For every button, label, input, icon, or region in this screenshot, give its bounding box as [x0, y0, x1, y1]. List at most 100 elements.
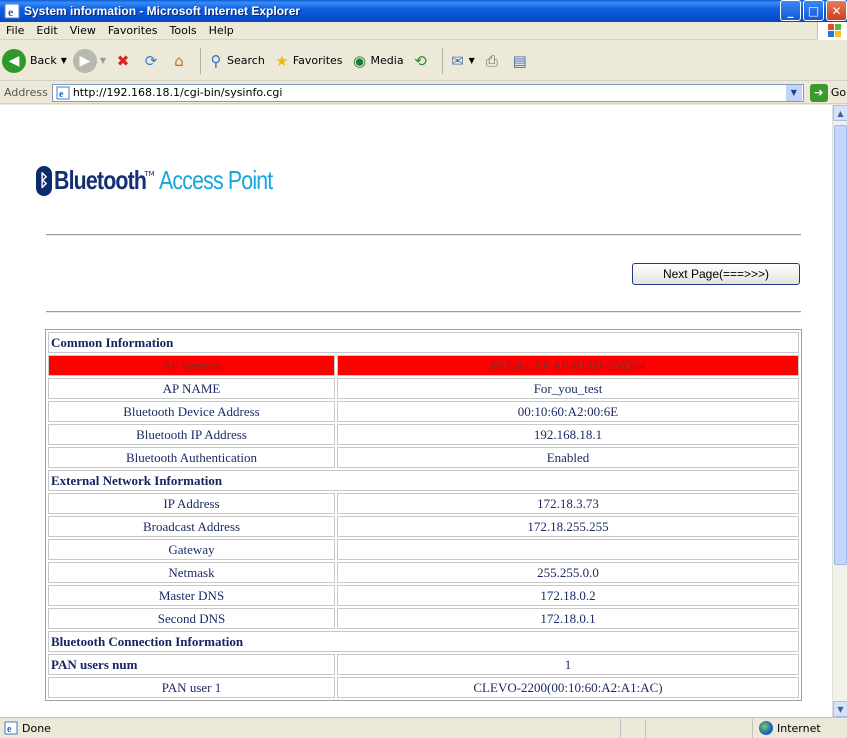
address-dropdown-icon[interactable]: ▼ — [785, 84, 802, 101]
search-button[interactable]: ⚲ Search — [205, 50, 265, 72]
scroll-down-icon[interactable]: ▼ — [833, 701, 847, 717]
table-row: Second DNS 172.18.0.1 — [48, 608, 799, 629]
forward-button[interactable]: ▶ ▼ — [72, 48, 106, 73]
media-icon: ◉ — [352, 51, 367, 70]
vertical-scrollbar[interactable]: ▲ ▼ — [832, 105, 847, 717]
system-info-table: Common Information AP Version PAN&LAP AP-0… — [45, 329, 802, 701]
table-row: Bluetooth Authentication Enabled — [48, 447, 799, 468]
section-title: Common Information — [48, 332, 799, 353]
bluetooth-icon: ᛒ — [36, 165, 52, 196]
minimize-button[interactable]: _ — [780, 0, 801, 21]
status-bar: e Done Internet — [0, 717, 847, 738]
zone-label: Internet — [777, 721, 821, 735]
home-icon[interactable]: ⌂ — [168, 50, 190, 72]
forward-dropdown-icon[interactable]: ▼ — [100, 56, 106, 65]
table-row: PAN user 1 CLEVO-2200(00:10:60:A2:A1:AC) — [48, 677, 799, 698]
menu-help[interactable]: Help — [203, 24, 240, 37]
toolbar: ◀ Back ▼ ▶ ▼ ✖ ⟳ ⌂ ⚲ Search ★ Favorites … — [0, 41, 847, 81]
history-icon[interactable]: ⟲ — [410, 50, 432, 72]
row-label: Broadcast Address — [48, 516, 335, 537]
table-row: Gateway — [48, 539, 799, 560]
go-button[interactable]: ➔ Go — [809, 83, 846, 102]
table-row: Bluetooth IP Address 192.168.18.1 — [48, 424, 799, 445]
table-row: Bluetooth Device Address 00:10:60:A2:00:6… — [48, 401, 799, 422]
section-header-row: External Network Information — [48, 470, 799, 491]
star-icon: ★ — [275, 51, 289, 70]
media-button[interactable]: ◉ Media — [349, 50, 404, 72]
row-value: For_you_test — [337, 378, 799, 399]
page-done-icon: e — [4, 721, 18, 735]
row-value — [337, 539, 799, 560]
pan-user-value: CLEVO-2200(00:10:60:A2:A1:AC) — [337, 677, 799, 698]
row-label: Bluetooth IP Address — [48, 424, 335, 445]
back-label: Back — [30, 54, 57, 67]
mail-dropdown-icon[interactable]: ▼ — [469, 56, 475, 65]
back-button[interactable]: ◀ Back ▼ — [2, 48, 67, 73]
page-viewport: ᛒ Bluetooth TM Access Point Next Page(==… — [0, 105, 832, 717]
menu-edit[interactable]: Edit — [30, 24, 63, 37]
search-label: Search — [227, 54, 265, 67]
table-row: Broadcast Address 172.18.255.255 — [48, 516, 799, 537]
divider-bottom — [46, 311, 801, 313]
section-header-row: Bluetooth Connection Information — [48, 631, 799, 652]
back-arrow-icon: ◀ — [2, 48, 26, 73]
row-label: Bluetooth Device Address — [48, 401, 335, 422]
scroll-up-icon[interactable]: ▲ — [833, 105, 847, 121]
pan-user-label: PAN user 1 — [48, 677, 335, 698]
print-icon[interactable]: ⎙ — [481, 50, 503, 72]
row-label: Gateway — [48, 539, 335, 560]
row-value: 172.18.3.73 — [337, 493, 799, 514]
table-row: PAN users num 1 — [48, 654, 799, 675]
menu-file[interactable]: File — [0, 24, 30, 37]
section-header-row: Common Information — [48, 332, 799, 353]
table-row: Master DNS 172.18.0.2 — [48, 585, 799, 606]
row-value: 172.18.0.2 — [337, 585, 799, 606]
back-dropdown-icon[interactable]: ▼ — [61, 56, 67, 65]
internet-globe-icon — [759, 721, 773, 735]
edit-icon[interactable]: ▤ — [509, 50, 531, 72]
favorites-button[interactable]: ★ Favorites — [271, 50, 343, 72]
row-label: AP Version — [48, 355, 335, 376]
row-label: IP Address — [48, 493, 335, 514]
svg-text:e: e — [7, 724, 12, 735]
pan-users-num-label: PAN users num — [48, 654, 335, 675]
media-label: Media — [370, 54, 404, 67]
windows-logo-icon — [817, 22, 847, 40]
search-icon: ⚲ — [210, 51, 222, 70]
menu-tools[interactable]: Tools — [164, 24, 203, 37]
row-value: 172.18.255.255 — [337, 516, 799, 537]
menu-favorites[interactable]: Favorites — [102, 24, 164, 37]
window-title: System information - Microsoft Internet … — [24, 4, 301, 18]
row-label: Second DNS — [48, 608, 335, 629]
close-button[interactable]: ✕ — [826, 0, 847, 21]
menu-view[interactable]: View — [64, 24, 102, 37]
address-label: Address — [4, 86, 48, 99]
pan-users-num-value: 1 — [337, 654, 799, 675]
divider-top — [46, 234, 801, 236]
table-row: AP NAME For_you_test — [48, 378, 799, 399]
row-label: Netmask — [48, 562, 335, 583]
refresh-icon[interactable]: ⟳ — [140, 50, 162, 72]
forward-arrow-icon: ▶ — [72, 48, 97, 73]
row-value: 172.18.0.1 — [337, 608, 799, 629]
section-title: External Network Information — [48, 470, 799, 491]
favorites-label: Favorites — [292, 54, 343, 67]
bluetooth-access-point-logo: ᛒ Bluetooth TM Access Point — [36, 165, 297, 196]
security-zone: Internet — [752, 718, 821, 738]
mail-button[interactable]: ✉ ▼ — [447, 50, 475, 72]
maximize-button[interactable]: □ — [803, 0, 824, 21]
go-arrow-icon: ➔ — [809, 83, 828, 102]
row-label: Master DNS — [48, 585, 335, 606]
row-value: Enabled — [337, 447, 799, 468]
address-input[interactable]: e http://192.168.18.1/cgi-bin/sysinfo.cg… — [51, 83, 804, 102]
svg-text:e: e — [59, 89, 64, 100]
address-url: http://192.168.18.1/cgi-bin/sysinfo.cgi — [72, 86, 283, 99]
row-value: PAN&LAP AP-01.08-250304 — [337, 355, 799, 376]
ie-icon: e — [4, 3, 20, 19]
scroll-thumb[interactable] — [834, 125, 847, 565]
next-page-button[interactable]: Next Page(===>>>) — [632, 263, 800, 285]
stop-icon[interactable]: ✖ — [112, 50, 134, 72]
menu-bar: File Edit View Favorites Tools Help — [0, 22, 847, 40]
address-bar: Address e http://192.168.18.1/cgi-bin/sy… — [0, 82, 847, 104]
table-row: AP Version PAN&LAP AP-01.08-250304 — [48, 355, 799, 376]
